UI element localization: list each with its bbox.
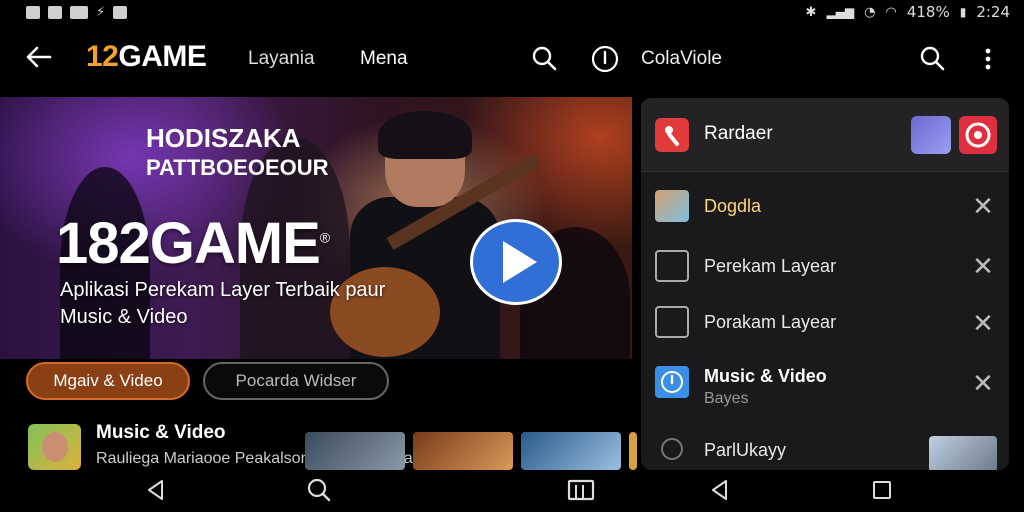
- app-shortcut[interactable]: [911, 116, 951, 154]
- video-tile[interactable]: [305, 432, 405, 470]
- list-item-label: Perekam Layear: [704, 256, 837, 276]
- item-thumbnail: [655, 190, 689, 222]
- list-item[interactable]: Dogdla ✕: [641, 190, 1009, 248]
- nav-tab-layania[interactable]: Layania: [248, 48, 315, 70]
- screen-record-icon: [655, 250, 689, 282]
- hero-subtitle: Aplikasi Perekam Layer Terbaik paur Musi…: [60, 279, 386, 328]
- recent-panel: Rardaer Dogdla ✕ Perekam Layear ✕ Poraka…: [641, 98, 1009, 470]
- list-item-sublabel: Bayes: [704, 390, 749, 407]
- nav-tab-mena[interactable]: Mena: [360, 48, 408, 70]
- panel-header-label[interactable]: Rardaer: [704, 123, 773, 145]
- video-tile[interactable]: [521, 432, 621, 470]
- hero-title: 182GAME®: [56, 210, 330, 277]
- search-icon[interactable]: [530, 44, 560, 74]
- notification-icon: [48, 5, 62, 19]
- battery-percent: 418%: [906, 3, 950, 21]
- list-item[interactable]: Music & Video Bayes ✕: [641, 364, 1009, 422]
- notification-icon: [70, 5, 88, 19]
- status-icons-left: ⚡: [26, 4, 128, 20]
- search-icon[interactable]: [305, 476, 335, 506]
- sync-icon: ◔: [864, 4, 876, 20]
- hero-tag-line-2: PATTBOEOEOUR: [146, 155, 329, 180]
- play-button[interactable]: [470, 219, 562, 305]
- hero-tag-line-1: HODISZAKA: [146, 123, 301, 153]
- close-icon[interactable]: ✕: [971, 311, 995, 337]
- status-icons-right: ✱ ▂▄▆ ◔ ◠ 418% ▮ 2:24: [806, 3, 1010, 21]
- hero-banner[interactable]: HODISZAKA PATTBOEOEOUR 182GAME® Aplikasi…: [0, 97, 632, 359]
- wifi-icon: ◠: [885, 4, 897, 20]
- category-pill-music-video[interactable]: Mgaiv & Video: [26, 362, 190, 400]
- list-item[interactable]: Perekam Layear ✕: [641, 250, 1009, 308]
- guitarist-hair: [378, 111, 472, 159]
- panel-title: ColaViole: [641, 48, 722, 69]
- registered-mark: ®: [319, 229, 330, 246]
- system-nav-bar: [0, 470, 1024, 512]
- signal-icon: ▂▄▆: [826, 5, 855, 19]
- video-tiles: [305, 432, 637, 470]
- hero-title-text: 182GAME: [56, 211, 321, 276]
- notification-icon: [26, 5, 40, 19]
- play-icon: [503, 241, 537, 283]
- top-app-bar: 12GAME Layania Mena ColaViole: [0, 28, 1024, 90]
- list-item[interactable]: ParlUkayy: [641, 434, 1009, 470]
- nfc-icon: ⚡: [96, 4, 106, 20]
- library-icon[interactable]: [566, 476, 596, 506]
- image-icon: [655, 306, 689, 338]
- featured-title[interactable]: Music & Video: [96, 422, 226, 444]
- info-icon[interactable]: [590, 44, 620, 74]
- brand-prefix: 12: [86, 40, 119, 73]
- more-vert-icon[interactable]: [976, 44, 1006, 74]
- back-arrow-icon[interactable]: [24, 42, 56, 74]
- battery-icon: ▮: [959, 5, 967, 19]
- close-icon[interactable]: ✕: [971, 371, 995, 397]
- bluetooth-icon: ✱: [805, 4, 817, 20]
- list-item-label: Dogdla: [704, 196, 762, 216]
- brand-suffix: GAME: [118, 40, 207, 73]
- recents-square-icon[interactable]: [868, 476, 898, 506]
- close-icon[interactable]: ✕: [971, 254, 995, 280]
- clock-icon: [655, 366, 689, 398]
- list-item-label: Music & Video: [704, 366, 827, 386]
- app-shortcut[interactable]: [959, 116, 997, 154]
- thumbnail-face: [42, 432, 68, 462]
- clock: 2:24: [976, 3, 1010, 21]
- panel-header: Rardaer: [641, 98, 1009, 172]
- back-triangle-icon[interactable]: [142, 476, 172, 506]
- app-icon: [113, 5, 128, 19]
- featured-thumbnail[interactable]: [28, 424, 81, 470]
- item-thumbnail: [929, 436, 997, 470]
- video-tile[interactable]: [413, 432, 513, 470]
- timer-icon: [661, 438, 683, 460]
- brand-logo[interactable]: 12GAME: [86, 40, 207, 74]
- list-item-label: Porakam Layear: [704, 312, 837, 332]
- search-icon[interactable]: [918, 44, 948, 74]
- status-bar: ⚡ ✱ ▂▄▆ ◔ ◠ 418% ▮ 2:24: [0, 0, 1024, 24]
- recorder-app-icon[interactable]: [655, 118, 689, 152]
- list-item[interactable]: Porakam Layear ✕: [641, 306, 1009, 364]
- close-icon[interactable]: ✕: [971, 194, 995, 220]
- video-tile[interactable]: [629, 432, 637, 470]
- category-pill-widser[interactable]: Pocarda Widser: [203, 362, 389, 400]
- back-triangle-icon[interactable]: [706, 476, 736, 506]
- list-item-label: ParlUkayy: [704, 440, 787, 460]
